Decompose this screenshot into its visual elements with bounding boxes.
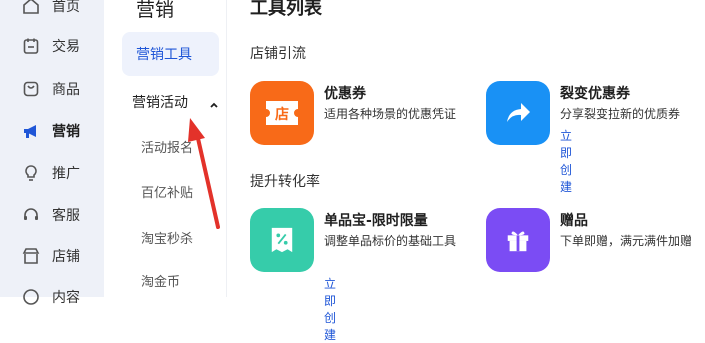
tool-card-desc: 分享裂变拉新的优质券: [560, 107, 681, 121]
marketing-activities-toggle[interactable]: 营销活动: [132, 90, 224, 114]
subnav-item-flash-sale[interactable]: 淘宝秒杀: [141, 228, 193, 247]
rail-label: 营销: [52, 124, 80, 140]
megaphone-icon: [22, 122, 40, 140]
store-icon: [22, 247, 40, 265]
marketing-tools-label: 营销工具: [136, 47, 192, 63]
rail-label: 客服: [52, 208, 80, 224]
share-arrow-icon: [486, 81, 550, 145]
bulb-icon: [22, 164, 40, 182]
rail-item-goods[interactable]: 商品: [0, 75, 104, 103]
trade-icon: [22, 37, 40, 55]
rail-label: 商品: [52, 82, 80, 98]
subnav-title: 营销: [136, 0, 175, 21]
rail-item-store[interactable]: 店铺: [0, 242, 104, 270]
create-now-link[interactable]: 立即创建: [324, 275, 336, 343]
main-nav-rail: 首页 交易 商品 营销 推广 客服 店铺 内容: [0, 0, 104, 306]
coupon-icon-glyph: 店: [275, 106, 289, 123]
rail-item-promotion[interactable]: 推广: [0, 159, 104, 187]
home-icon: [22, 0, 40, 15]
discount-tag-icon: [250, 208, 314, 272]
marketing-tools-button[interactable]: 营销工具: [122, 32, 219, 76]
tool-card-title: 优惠券: [324, 86, 366, 102]
rail-label: 推广: [52, 166, 80, 182]
rail-item-trade[interactable]: 交易: [0, 32, 104, 60]
tool-card-title: 赠品: [560, 213, 588, 229]
rail-item-marketing[interactable]: 营销: [0, 117, 104, 145]
rail-label: 内容: [52, 290, 80, 306]
tool-card-desc: 适用各种场景的优惠凭证: [324, 107, 457, 121]
create-now-link[interactable]: 立即创建: [560, 127, 572, 195]
gift-icon: [486, 208, 550, 272]
chevron-up-icon: [208, 96, 220, 108]
section-title-conversion: 提升转化率: [250, 174, 320, 190]
section-title-traffic: 店铺引流: [250, 46, 306, 62]
goods-icon: [22, 80, 40, 98]
tool-card-title: 单品宝-限时限量: [324, 213, 428, 229]
tool-card-title: 裂变优惠券: [560, 86, 630, 102]
rail-label: 店铺: [52, 249, 80, 265]
coupon-store-icon: 店: [250, 81, 314, 145]
headset-icon: [22, 206, 40, 224]
rail-item-content[interactable]: 内容: [0, 283, 104, 311]
marketing-activities-label: 营销活动: [132, 95, 188, 111]
rail-item-service[interactable]: 客服: [0, 201, 104, 229]
page-title: 工具列表: [250, 0, 322, 19]
subnav-item-subsidy[interactable]: 百亿补贴: [141, 182, 193, 201]
rail-label: 首页: [52, 0, 80, 15]
content-icon: [22, 288, 40, 306]
subnav-item-signup[interactable]: 活动报名: [141, 137, 193, 156]
tool-list-panel: 工具列表 店铺引流 提升转化率 店 优惠券 适用各种场景的优惠凭证 裂变优惠券 …: [226, 0, 705, 342]
tool-card-desc: 调整单品标价的基础工具: [324, 234, 457, 248]
rail-item-home[interactable]: 首页: [0, 0, 104, 20]
subnav-item-gold-coin[interactable]: 淘金币: [141, 271, 180, 290]
tool-card-desc: 下单即赠，满元满件加赠: [560, 234, 693, 248]
marketing-subnav: 营销 营销工具 营销活动 活动报名 百亿补贴 淘宝秒杀 淘金币: [104, 0, 227, 297]
rail-label: 交易: [52, 39, 80, 55]
